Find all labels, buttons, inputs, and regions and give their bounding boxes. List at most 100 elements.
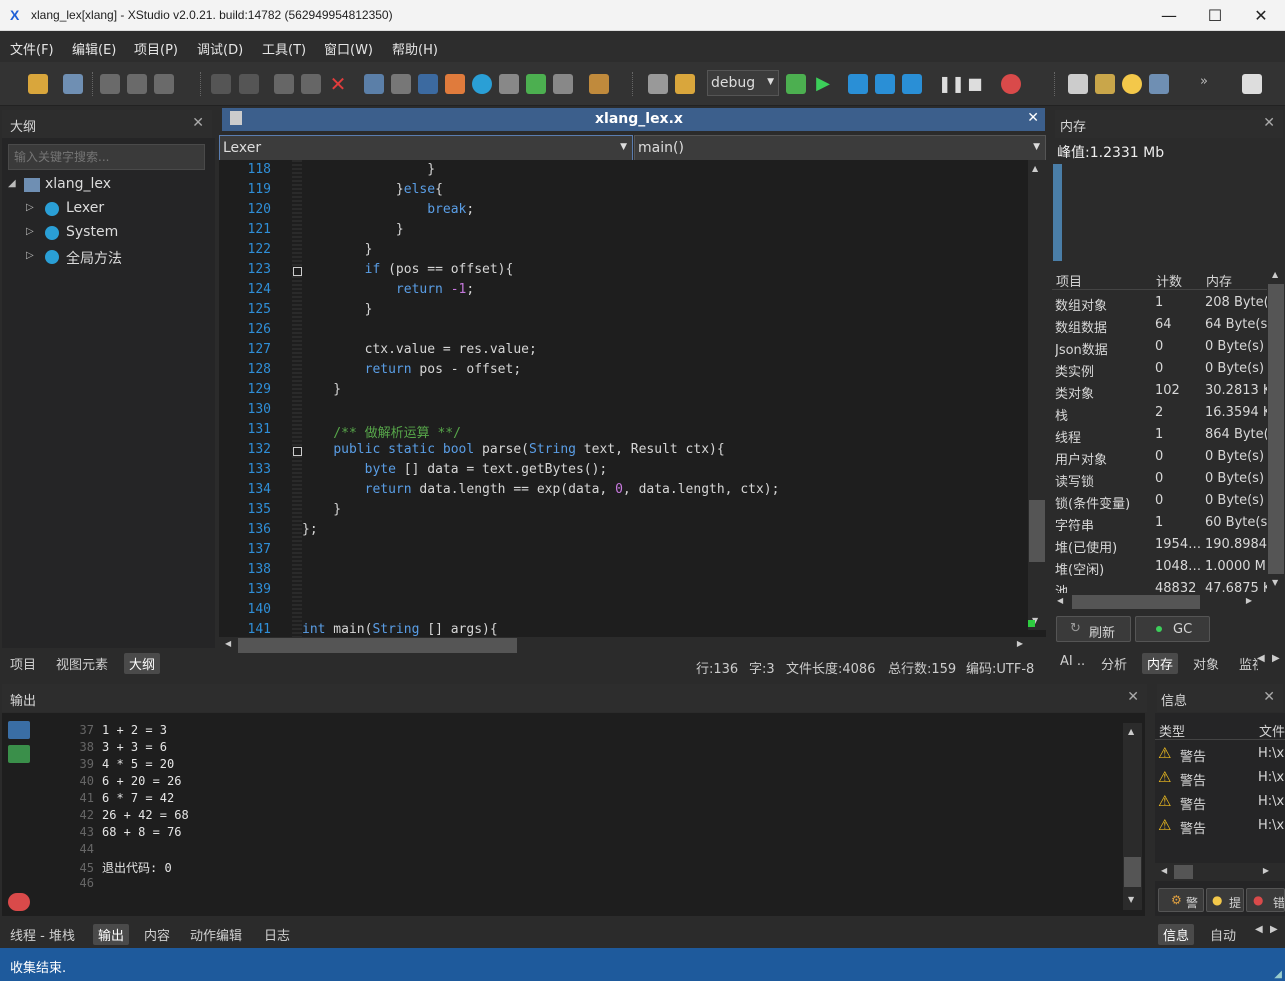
- fold-toggle[interactable]: [293, 447, 302, 456]
- class-select[interactable]: Lexer ▼: [219, 135, 633, 161]
- tab-outline[interactable]: 大纲: [124, 653, 161, 674]
- close-icon[interactable]: ✕: [1263, 115, 1275, 131]
- memory-row[interactable]: 线程 1 864 Byte(s): [1055, 424, 1267, 446]
- memory-row[interactable]: 堆(空闲) 1048…1.0000 Mb: [1055, 556, 1267, 578]
- close-icon[interactable]: ✕: [1127, 689, 1139, 705]
- folder-icon[interactable]: [675, 74, 695, 94]
- tab-objects[interactable]: 对象: [1188, 653, 1224, 674]
- code-line[interactable]: byte [] data = text.getBytes();: [302, 462, 608, 477]
- info-row[interactable]: ⚠ 警告 H:\x: [1155, 815, 1285, 837]
- tip-icon[interactable]: [1122, 74, 1142, 94]
- code-line[interactable]: if (pos == offset){: [302, 262, 514, 277]
- menu-window[interactable]: 窗口(W): [324, 39, 373, 58]
- editor-tab[interactable]: xlang_lex.x ✕: [222, 108, 1045, 131]
- step-out-icon[interactable]: [902, 74, 922, 94]
- code-line[interactable]: break;: [302, 202, 474, 217]
- tab-log[interactable]: 日志: [259, 924, 295, 945]
- info-row[interactable]: ⚠ 警告 H:\x: [1155, 791, 1285, 813]
- code-line[interactable]: return -1;: [302, 282, 474, 297]
- settings-icon[interactable]: [589, 74, 609, 94]
- code-line[interactable]: return pos - offset;: [302, 362, 522, 377]
- collapsed-arrow-icon[interactable]: ▷: [26, 250, 34, 261]
- memory-hscrollbar[interactable]: ◀ ▶: [1052, 593, 1266, 611]
- method-select[interactable]: main() ▼: [634, 135, 1046, 161]
- col-memory[interactable]: 内存: [1206, 271, 1232, 290]
- tab-scroll-left-icon[interactable]: ◀: [1255, 924, 1263, 935]
- console-icon[interactable]: [8, 721, 30, 739]
- col-file[interactable]: 文件: [1259, 721, 1285, 740]
- step-into-icon[interactable]: [848, 74, 868, 94]
- close-icon[interactable]: ✕: [192, 115, 204, 131]
- memory-row[interactable]: 类对象 102 30.2813 Kb: [1055, 380, 1267, 402]
- tab-ai[interactable]: AI ..: [1055, 653, 1090, 670]
- code-line[interactable]: }: [302, 382, 341, 397]
- print-icon[interactable]: [154, 74, 174, 94]
- delete-icon[interactable]: ✕: [328, 74, 348, 94]
- resize-grip-icon[interactable]: ◢: [1274, 969, 1282, 980]
- scroll-right-icon[interactable]: ▶: [1017, 639, 1023, 648]
- tree-item-lexer[interactable]: ▷ Lexer: [26, 199, 206, 221]
- code-line[interactable]: }: [302, 222, 404, 237]
- code-line[interactable]: }: [302, 162, 435, 177]
- scroll-thumb[interactable]: [238, 638, 517, 653]
- scroll-thumb[interactable]: [1268, 284, 1284, 574]
- filter-tip-button[interactable]: ● 提: [1206, 888, 1244, 912]
- build-config-select[interactable]: debug ▼: [707, 70, 779, 96]
- menu-edit[interactable]: 编辑(E): [72, 39, 116, 58]
- scroll-down-icon[interactable]: ▼: [1272, 578, 1278, 587]
- step-over-icon[interactable]: [875, 74, 895, 94]
- scroll-right-icon[interactable]: ▶: [1246, 596, 1252, 605]
- code-line[interactable]: }: [302, 302, 373, 317]
- filter-error-button[interactable]: ● 错: [1246, 888, 1285, 912]
- code-line[interactable]: };: [302, 522, 318, 537]
- tab-output[interactable]: 输出: [93, 924, 130, 945]
- save-icon[interactable]: [100, 74, 120, 94]
- menu-tools[interactable]: 工具(T): [262, 39, 306, 58]
- memory-vscrollbar[interactable]: ▲ ▼: [1267, 266, 1285, 592]
- new-project-icon[interactable]: [63, 74, 83, 94]
- collapsed-arrow-icon[interactable]: ▷: [26, 226, 34, 237]
- info-hscrollbar[interactable]: ◀ ▶: [1155, 863, 1285, 881]
- tab-project[interactable]: 项目: [5, 653, 41, 674]
- class-icon[interactable]: [472, 74, 492, 94]
- package-icon[interactable]: [1068, 74, 1088, 94]
- tab-view-elements[interactable]: 视图元素: [51, 653, 113, 674]
- code-line[interactable]: ctx.value = res.value;: [302, 342, 537, 357]
- expanded-arrow-icon[interactable]: ◢: [8, 178, 16, 189]
- replace-icon[interactable]: [364, 74, 384, 94]
- editor-vscrollbar[interactable]: ▲ ▼: [1028, 160, 1046, 630]
- tab-thread-stack[interactable]: 线程 - 堆栈: [5, 924, 80, 945]
- plugin-icon[interactable]: [1095, 74, 1115, 94]
- editor-hscrollbar[interactable]: ◀ ▶: [219, 637, 1028, 654]
- tab-content[interactable]: 内容: [139, 924, 175, 945]
- scroll-thumb[interactable]: [1124, 857, 1141, 887]
- info-row[interactable]: ⚠ 警告 H:\x: [1155, 743, 1285, 765]
- tab-memory[interactable]: 内存: [1142, 653, 1179, 674]
- paste-icon[interactable]: [301, 74, 321, 94]
- toolbar-overflow[interactable]: »: [1200, 74, 1208, 89]
- menu-project[interactable]: 项目(P): [134, 39, 178, 58]
- info-row[interactable]: ⚠ 警告 H:\x: [1155, 767, 1285, 789]
- tree-root[interactable]: ◢ xlang_lex: [8, 175, 208, 197]
- share-icon[interactable]: [553, 74, 573, 94]
- breakpoint-icon[interactable]: [1001, 74, 1021, 94]
- memory-row[interactable]: 读写锁 0 0 Byte(s): [1055, 468, 1267, 490]
- code-line[interactable]: int main(String [] args){: [302, 622, 498, 637]
- code-line[interactable]: }: [302, 502, 341, 517]
- collapsed-arrow-icon[interactable]: ▷: [26, 202, 34, 213]
- tab-auto[interactable]: 自动: [1205, 924, 1241, 945]
- scroll-thumb[interactable]: [1174, 865, 1193, 879]
- scroll-up-icon[interactable]: ▲: [1032, 164, 1038, 173]
- code-line[interactable]: public static bool parse(String text, Re…: [302, 442, 724, 457]
- scroll-left-icon[interactable]: ◀: [1057, 596, 1063, 605]
- col-type[interactable]: 类型: [1159, 721, 1185, 740]
- clear-output-icon[interactable]: [8, 893, 30, 911]
- open-folder-icon[interactable]: [28, 74, 48, 94]
- memory-row[interactable]: 数组对象 1 208 Byte(s): [1055, 292, 1267, 314]
- save-all-icon[interactable]: [127, 74, 147, 94]
- undo-icon[interactable]: [211, 74, 231, 94]
- scroll-right-icon[interactable]: ▶: [1263, 866, 1269, 875]
- search-icon[interactable]: [391, 74, 411, 94]
- run-target-icon[interactable]: [445, 74, 465, 94]
- stop-icon[interactable]: ■: [965, 74, 985, 94]
